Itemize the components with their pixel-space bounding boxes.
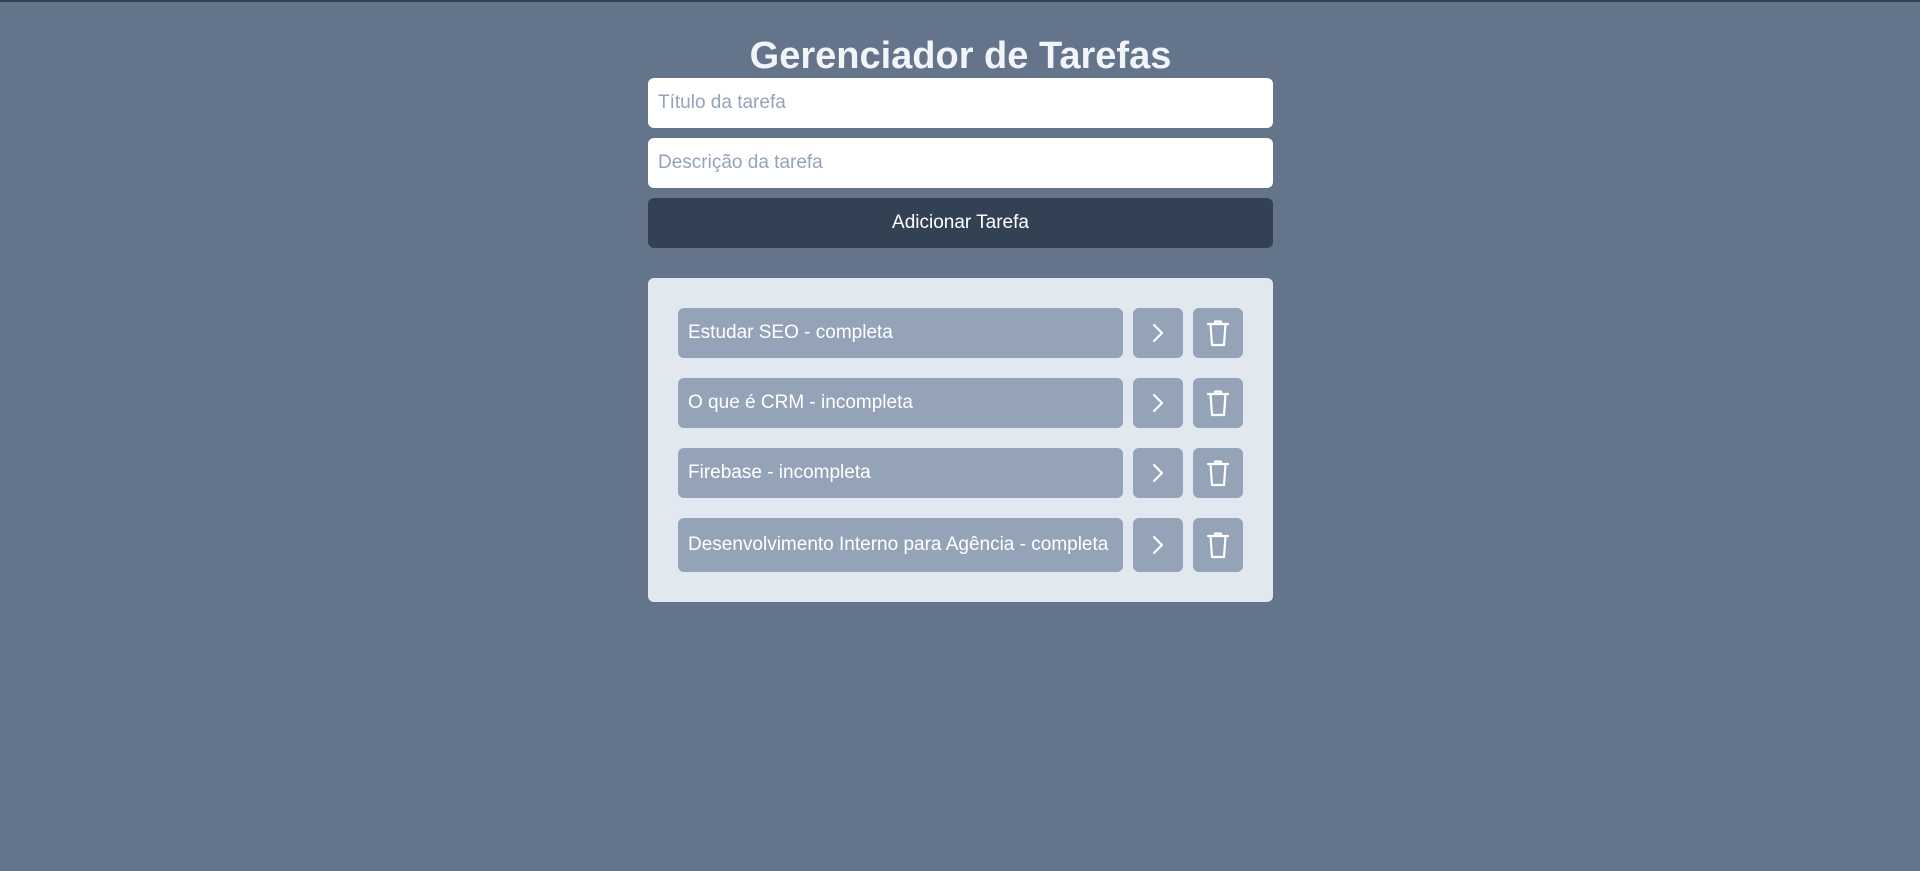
add-task-button[interactable]: Adicionar Tarefa [648, 198, 1273, 248]
chevron-right-icon [1152, 323, 1164, 343]
task-details-button[interactable] [1133, 518, 1183, 572]
task-manager: Gerenciador de Tarefas Adicionar Tarefa … [648, 2, 1273, 602]
trash-icon [1206, 320, 1230, 347]
delete-task-button[interactable] [1193, 308, 1243, 358]
delete-task-button[interactable] [1193, 378, 1243, 428]
task-title-input[interactable] [648, 78, 1273, 128]
chevron-right-icon [1152, 535, 1164, 555]
trash-icon [1206, 532, 1230, 559]
list-item: Firebase - incompleta [678, 448, 1243, 498]
page-title: Gerenciador de Tarefas [749, 35, 1172, 77]
list-item: Desenvolvimento Interno para Agência - c… [678, 518, 1243, 572]
chevron-right-icon [1152, 463, 1164, 483]
task-title-button[interactable]: Firebase - incompleta [678, 448, 1123, 498]
list-item: Estudar SEO - completa [678, 308, 1243, 358]
trash-icon [1206, 460, 1230, 487]
list-item: O que é CRM - incompleta [678, 378, 1243, 428]
task-details-button[interactable] [1133, 378, 1183, 428]
trash-icon [1206, 390, 1230, 417]
task-title-button[interactable]: Estudar SEO - completa [678, 308, 1123, 358]
task-list: Estudar SEO - completa O que é CRM - inc… [648, 278, 1273, 602]
delete-task-button[interactable] [1193, 448, 1243, 498]
task-title-button[interactable]: O que é CRM - incompleta [678, 378, 1123, 428]
task-details-button[interactable] [1133, 448, 1183, 498]
task-details-button[interactable] [1133, 308, 1183, 358]
task-title-button[interactable]: Desenvolvimento Interno para Agência - c… [678, 518, 1123, 572]
delete-task-button[interactable] [1193, 518, 1243, 572]
chevron-right-icon [1152, 393, 1164, 413]
task-description-input[interactable] [648, 138, 1273, 188]
